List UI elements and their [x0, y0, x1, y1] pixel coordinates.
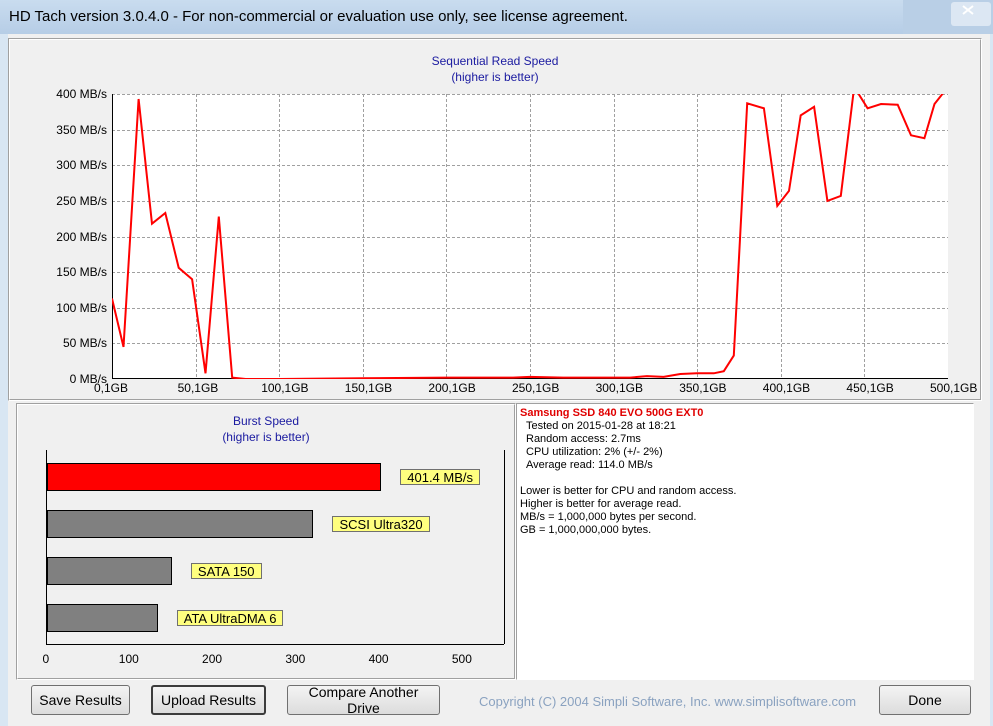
read-y-tick-label: 100 MB/s — [56, 300, 107, 315]
read-chart-panel: Sequential Read Speed (higher is better)… — [8, 38, 982, 401]
window-controls[interactable] — [903, 0, 993, 34]
read-y-tick-label: 400 MB/s — [56, 87, 107, 101]
tested-on: Tested on 2015-01-28 at 18:21 — [526, 420, 676, 432]
save-results-button[interactable]: Save Results — [31, 685, 130, 715]
read-y-tick-label: 150 MB/s — [56, 265, 107, 280]
average-read: Average read: 114.0 MB/s — [526, 459, 653, 471]
title-bar: HD Tach version 3.0.4.0 - For non-commer… — [0, 0, 993, 34]
read-chart-title: Sequential Read Speed — [431, 54, 559, 68]
note-mbs-definition: MB/s = 1,000,000 bytes per second. — [520, 511, 697, 523]
read-y-tick-label: 200 MB/s — [56, 229, 107, 244]
note-higher-better: Higher is better for average read. — [520, 498, 682, 510]
drive-name: Samsung SSD 840 EVO 500G EXT0 — [520, 407, 704, 419]
burst-chart-panel: Burst Speed (higher is better) 0 100 200 30… — [16, 403, 516, 680]
read-x-tick-label: 300,1GB — [595, 381, 643, 395]
note-gb-definition: GB = 1,000,000,000 bytes. — [520, 524, 652, 536]
read-x-tick-label: 450,1GB — [846, 381, 894, 395]
read-y-tick-label: 350 MB/s — [56, 122, 107, 137]
read-x-tick-label: 200,1GB — [428, 381, 476, 395]
read-chart-subtitle: (higher is better) — [451, 70, 539, 84]
note-lower-better: Lower is better for CPU and random acces… — [520, 485, 737, 497]
read-y-tick-label: 250 MB/s — [56, 193, 107, 208]
client-area: Sequential Read Speed (higher is better)… — [8, 34, 990, 726]
cpu-utilization: CPU utilization: 2% (+/- 2%) — [526, 446, 663, 458]
read-x-tick-label: 400,1GB — [762, 381, 811, 395]
read-x-tick-label: 250,1GB — [512, 381, 560, 395]
read-x-tick-label: 0,1GB — [94, 381, 129, 395]
window-title: HD Tach version 3.0.4.0 - For non-commer… — [9, 8, 628, 25]
read-speed-chart — [112, 94, 948, 379]
read-x-tick-label: 500,1GB — [930, 381, 978, 395]
read-y-tick-label: 50 MB/s — [62, 336, 107, 351]
compare-another-drive-button[interactable]: Compare Another Drive — [287, 684, 440, 716]
random-access: Random access: 2.7ms — [526, 433, 641, 445]
read-x-tick-label: 100,1GB — [261, 381, 309, 395]
read-x-tick-label: 350,1GB — [679, 381, 727, 395]
copyright-text: Copyright (C) 2004 Simpli Software, Inc.… — [479, 694, 857, 709]
done-button[interactable]: Done — [879, 685, 971, 715]
read-x-tick-label: 150,1GB — [344, 381, 393, 395]
burst-axes — [46, 450, 505, 645]
read-x-tick-label: 50,1GB — [177, 381, 219, 395]
upload-results-button[interactable]: Upload Results — [151, 685, 266, 715]
read-y-tick-label: 300 MB/s — [56, 158, 107, 173]
info-panel: Samsung SSD 840 EVO 500G EXT0 Tested on … — [516, 403, 974, 680]
